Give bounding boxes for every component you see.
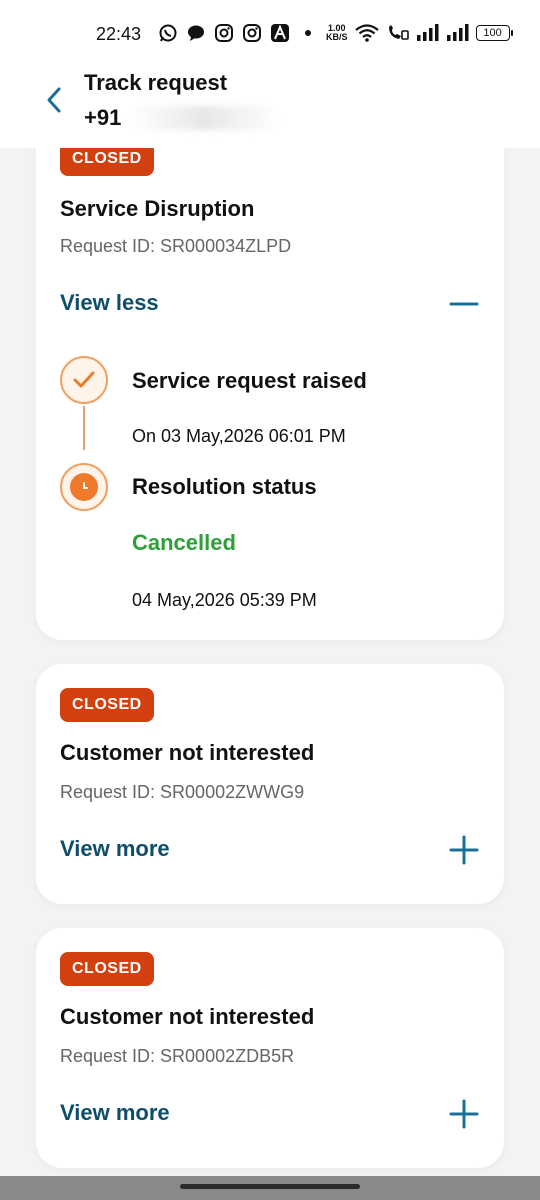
dot-icon: [298, 23, 318, 43]
plus-icon: [449, 835, 479, 865]
chat-icon: [186, 23, 206, 43]
system-nav-bar: [0, 1176, 540, 1200]
request-card: CLOSED Customer not interested Request I…: [36, 664, 504, 904]
page-title: Track request: [84, 70, 228, 95]
status-bar: 22:43 1.00 KB/S 100: [0, 0, 540, 62]
toggle-label: View more: [60, 836, 170, 861]
timeline-connector: [83, 406, 85, 450]
chevron-left-icon: [47, 87, 61, 113]
clock-icon: [70, 473, 98, 501]
request-id: Request ID: SR00002ZWWG9: [60, 782, 305, 802]
signal-icon: [446, 23, 470, 43]
timeline-step-title: Service request raised: [132, 368, 367, 393]
timeline-step-date: On 03 May,2026 06:01 PM: [132, 426, 346, 446]
timeline-step-current: [60, 463, 108, 511]
plus-icon: [449, 1099, 479, 1129]
net-speed: 1.00 KB/S: [326, 24, 348, 42]
timeline-step-done: [60, 356, 108, 404]
timeline-step-title: Resolution status: [132, 474, 317, 499]
phone-number: +91: [84, 105, 122, 130]
a-app-icon: [270, 23, 290, 43]
wifi-icon: [354, 23, 380, 43]
request-id: Request ID: SR000034ZLPD: [60, 236, 292, 256]
system-icons: 1.00 KB/S 100: [326, 23, 513, 43]
toggle-label: View more: [60, 1100, 170, 1125]
view-more-toggle[interactable]: View more: [60, 1094, 480, 1134]
instagram-icon: [242, 23, 262, 43]
home-gesture-handle[interactable]: [180, 1184, 360, 1189]
instagram-icon: [214, 23, 234, 43]
check-icon: [73, 371, 95, 388]
back-button[interactable]: [36, 82, 72, 118]
toggle-label: View less: [60, 290, 159, 315]
net-speed-unit: KB/S: [326, 32, 348, 42]
view-less-toggle[interactable]: View less: [60, 284, 480, 324]
request-title: Service Disruption: [60, 196, 255, 221]
status-badge: CLOSED: [60, 688, 154, 722]
call-icon: [386, 23, 410, 43]
app-header: Track request +91: [0, 62, 540, 148]
redacted-number: [130, 106, 280, 130]
request-title: Customer not interested: [60, 1004, 315, 1029]
status-badge: CLOSED: [60, 952, 154, 986]
notification-icons: [158, 23, 318, 43]
signal-icon: [416, 23, 440, 43]
timeline-step-date: 04 May,2026 05:39 PM: [132, 590, 317, 610]
request-id: Request ID: SR00002ZDB5R: [60, 1046, 295, 1066]
request-card: CLOSED Customer not interested Request I…: [36, 928, 504, 1168]
view-more-toggle[interactable]: View more: [60, 830, 480, 870]
status-time: 22:43: [96, 24, 142, 44]
resolution-status: Cancelled: [132, 530, 236, 555]
minus-icon: [449, 302, 479, 306]
request-card: CLOSED Service Disruption Request ID: SR…: [36, 110, 504, 640]
request-title: Customer not interested: [60, 740, 315, 765]
battery-icon: 100: [475, 25, 513, 41]
whatsapp-icon: [158, 23, 178, 43]
